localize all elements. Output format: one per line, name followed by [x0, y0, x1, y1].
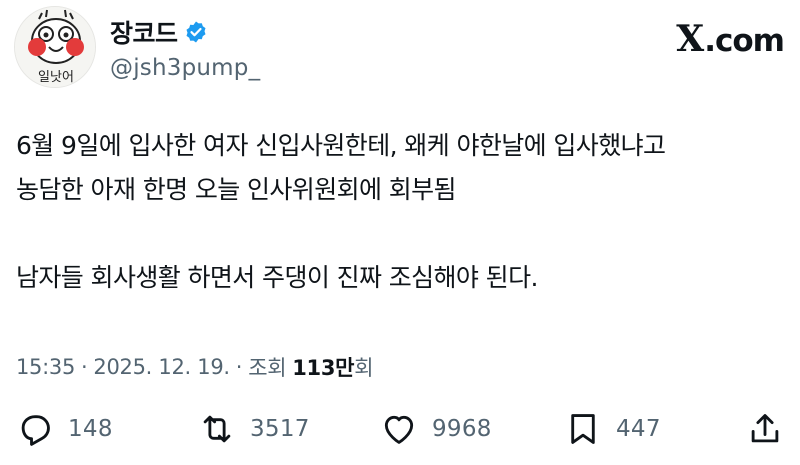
- tweet-header: 일낫어 장코드 @jsh3pump_ X .com: [14, 6, 786, 96]
- avatar-image: 일낫어: [15, 7, 95, 87]
- verified-badge-icon: [186, 21, 206, 43]
- views-prefix: 조회: [248, 356, 287, 380]
- x-com-logo: X .com: [676, 18, 785, 60]
- tweet-line: 남자들 회사생활 하면서 주댕이 진짜 조심해야 된다.: [16, 263, 538, 292]
- views-suffix: 회: [354, 356, 374, 380]
- tweet-text: 6월 9일에 입사한 여자 신입사원한테, 왜케 야한날에 입사했냐고 농담한 …: [16, 124, 786, 300]
- avatar-caption: 일낫어: [38, 70, 74, 85]
- meta-separator: ·: [235, 355, 243, 379]
- reply-count: 148: [68, 416, 113, 442]
- share-button[interactable]: [746, 404, 784, 454]
- tweet-meta: 15:35 · 2025. 12. 19. · 조회 113만 회: [16, 352, 374, 382]
- author-handle[interactable]: @jsh3pump_: [110, 55, 260, 81]
- heart-icon: [384, 415, 414, 444]
- meta-separator: ·: [81, 355, 88, 379]
- x-logo-icon: X: [676, 18, 704, 60]
- avatar[interactable]: 일낫어: [14, 6, 96, 88]
- tweet-line: 농담한 아재 한명 오늘 인사위원회에 회부됨: [16, 175, 457, 204]
- retweet-count: 3517: [250, 416, 310, 442]
- author-block[interactable]: 장코드 @jsh3pump_: [110, 16, 260, 81]
- reply-icon: [21, 415, 50, 446]
- like-count: 9968: [432, 416, 492, 442]
- author-name[interactable]: 장코드: [110, 14, 178, 50]
- action-bar: 148 3517 9968 447: [16, 404, 786, 454]
- retweet-icon: [203, 415, 231, 443]
- bookmark-count: 447: [616, 416, 661, 442]
- views-count[interactable]: 113만: [292, 352, 354, 382]
- reply-button[interactable]: 148: [16, 404, 113, 454]
- tweet-line: 6월 9일에 입사한 여자 신입사원한테, 왜케 야한날에 입사했냐고: [16, 131, 666, 160]
- brand-dotcom: .com: [704, 23, 785, 59]
- share-icon: [751, 414, 779, 443]
- tweet-time[interactable]: 15:35: [16, 355, 75, 379]
- like-button[interactable]: 9968: [380, 404, 492, 454]
- bookmark-icon: [571, 414, 595, 444]
- bookmark-button[interactable]: 447: [564, 404, 661, 454]
- tweet-date[interactable]: 2025. 12. 19.: [93, 355, 230, 379]
- retweet-button[interactable]: 3517: [198, 404, 310, 454]
